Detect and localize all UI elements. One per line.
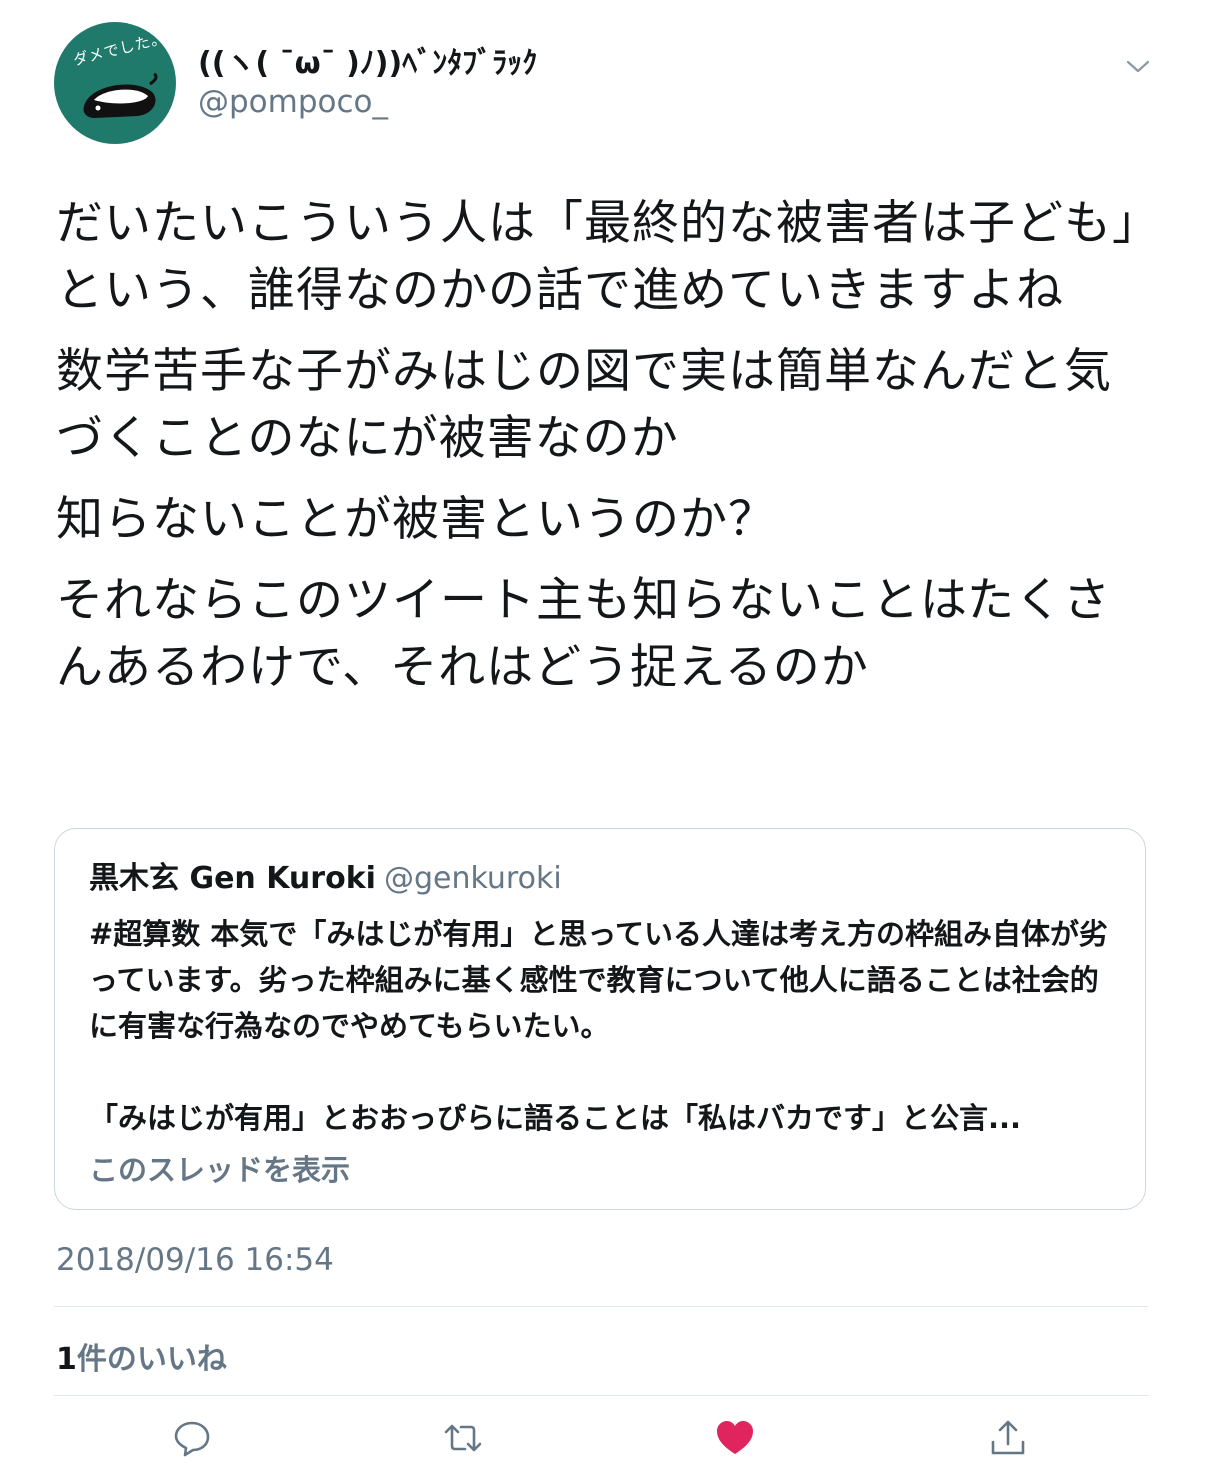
quoted-tweet-header: 黒木玄 Gen Kuroki @genkuroki (89, 853, 562, 897)
avatar[interactable]: ダメでした。 (54, 22, 176, 144)
likes-label: 件のいいね (76, 1342, 227, 1377)
author-handle[interactable]: @pompoco_ (198, 84, 388, 120)
chevron-down-icon[interactable] (1124, 52, 1152, 80)
share-icon[interactable] (988, 1418, 1028, 1458)
avatar-illustration (83, 72, 158, 118)
tweet-paragraph: それならこのツイート主も知らないことはたくさんあるわけで、それはどう捉えるのか (56, 573, 1112, 695)
divider (54, 1395, 1148, 1396)
quoted-paragraph: 「みはじが有用」とおおっぴらに語ることは「私はバカです」と公言... (89, 1101, 1022, 1135)
author-display-name[interactable]: ((ヽ( ¯ω¯ )ﾉ))ﾍﾞﾝﾀﾌﾞﾗｯｸ (198, 38, 537, 82)
retweet-icon[interactable] (443, 1418, 483, 1458)
show-thread-link[interactable]: このスレッドを表示 (89, 1147, 350, 1189)
timestamp[interactable]: 2018/09/16 16:54 (56, 1242, 334, 1278)
quoted-author-handle: @genkuroki (383, 861, 562, 896)
reply-icon[interactable] (172, 1418, 212, 1458)
quoted-author-name: 黒木玄 Gen Kuroki (89, 861, 376, 896)
tweet-paragraph: 知らないことが被害というのか？ (56, 492, 776, 547)
quoted-paragraph: #超算数 本気で「みはじが有用」と思っている人達は考え方の枠組み自体が劣っていま… (89, 917, 1108, 1043)
tweet-paragraph: だいたいこういう人は「最終的な被害者は子ども」という、誰得なのかの話で進めていき… (56, 196, 1137, 318)
like-icon[interactable] (715, 1418, 755, 1458)
likes-count[interactable]: 1件のいいね (56, 1334, 227, 1378)
divider (54, 1306, 1148, 1307)
quoted-tweet-text: #超算数 本気で「みはじが有用」と思っている人達は考え方の枠組み自体が劣っていま… (89, 911, 1119, 1141)
tweet-paragraph: 数学苦手な子がみはじの図で実は簡単なんだと気づくことのなにが被害なのか (56, 344, 1112, 466)
likes-number: 1 (56, 1342, 77, 1377)
quoted-tweet[interactable]: 黒木玄 Gen Kuroki @genkuroki #超算数 本気で「みはじが有用… (54, 828, 1146, 1210)
tweet-body: だいたいこういう人は「最終的な被害者は子ども」という、誰得なのかの話で進めていき… (56, 190, 1146, 715)
